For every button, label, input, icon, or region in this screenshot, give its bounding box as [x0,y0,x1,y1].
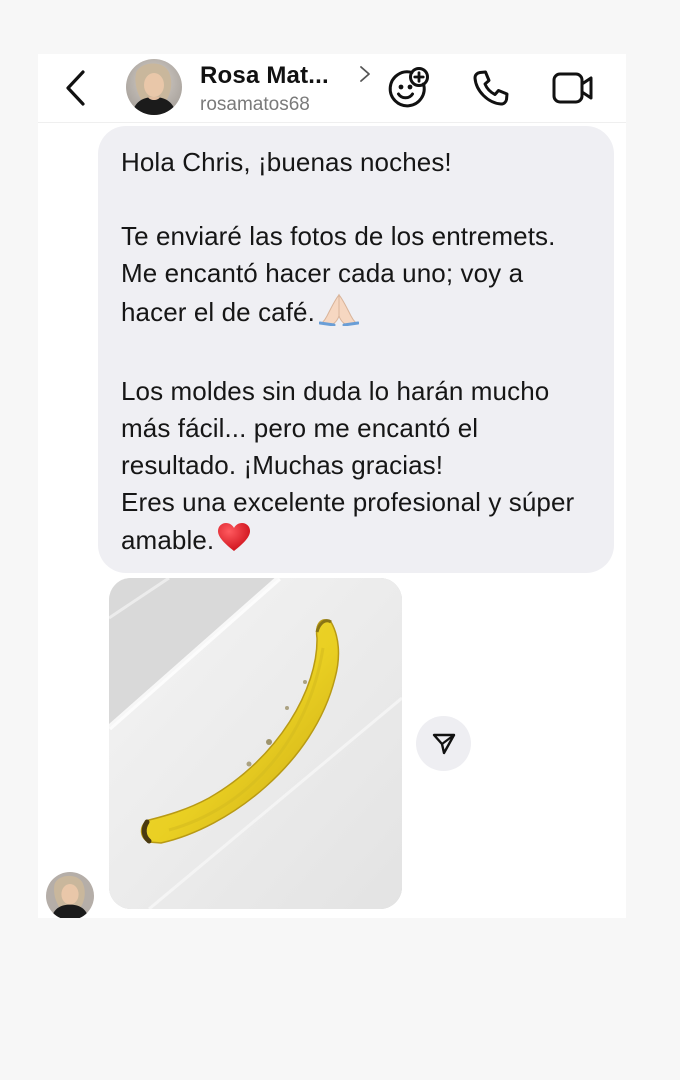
message-paragraph: Hola Chris, ¡buenas noches! [121,147,452,177]
message-paragraph: Los moldes sin duda lo harán mucho más f… [121,376,550,480]
message-paragraph: Te enviaré las fotos de los entremets. M… [121,218,594,336]
sender-avatar[interactable] [46,872,94,918]
red-heart-emoji [216,521,252,563]
contact-handle[interactable]: rosamatos68 [200,94,310,116]
chat-screen: Rosa Mat... rosamatos68 Hola Chris, ¡bue… [38,54,626,918]
share-button[interactable] [416,716,471,771]
message-paragraph: Eres una excelente profesional y súper a… [121,484,594,563]
chevron-left-icon [66,70,85,106]
call-button[interactable] [467,64,515,112]
chat-header: Rosa Mat... rosamatos68 [38,54,626,123]
chevron-right-icon[interactable] [358,64,372,84]
back-button[interactable] [60,68,92,108]
effects-button[interactable] [384,64,432,112]
contact-name[interactable]: Rosa Mat... [200,62,329,90]
video-camera-icon [552,72,593,104]
folded-hands-emoji [318,292,360,336]
video-call-button[interactable] [549,64,597,112]
message-bubble[interactable]: Hola Chris, ¡buenas noches! Te enviaré l… [98,126,614,573]
send-icon [432,733,455,754]
contact-avatar[interactable] [126,59,182,115]
face-plus-icon [388,67,429,108]
photo-attachment[interactable] [109,578,402,909]
phone-icon [473,70,509,106]
